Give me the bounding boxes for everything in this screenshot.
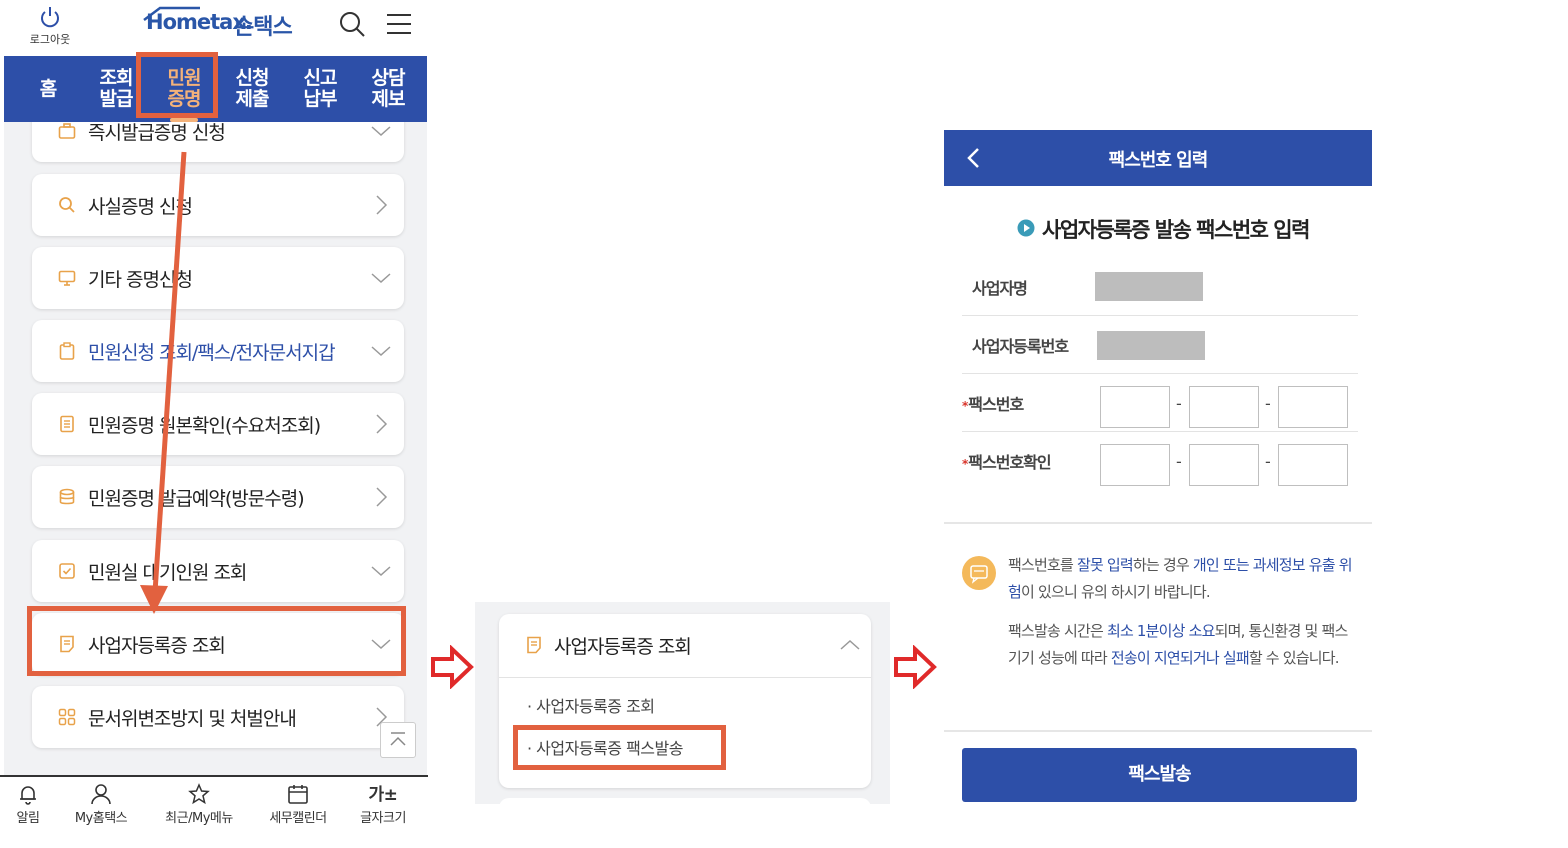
fax-number-label: *팩스번호 bbox=[962, 395, 1024, 414]
fax-dash: - bbox=[1176, 394, 1182, 413]
required-mark: * bbox=[962, 457, 968, 471]
fax-number-field-2[interactable] bbox=[1189, 386, 1259, 428]
sub-item-business-registration-inquiry[interactable]: · 사업자등록증 조회 bbox=[527, 693, 655, 717]
fax-dash: - bbox=[1176, 452, 1182, 471]
masked-business-name bbox=[1095, 272, 1203, 301]
highlight-box-fax-send bbox=[513, 725, 726, 770]
accordion-title: 사업자등록증 조회 bbox=[554, 636, 692, 658]
notice-text-2: 팩스발송 시간은 최소 1분이상 소요되며, 통신환경 및 팩스기기 성능에 따… bbox=[1008, 622, 1348, 667]
screen-title: 팩스번호 입력 bbox=[1108, 150, 1209, 171]
fax-number-field-1[interactable] bbox=[1100, 386, 1170, 428]
fax-number-field-3[interactable] bbox=[1278, 386, 1348, 428]
fax-dash: - bbox=[1265, 452, 1271, 471]
masked-business-number bbox=[1097, 331, 1205, 360]
flow-arrow-right bbox=[431, 645, 474, 689]
next-card-edge bbox=[499, 798, 871, 804]
row-business-name: 사업자명 bbox=[962, 258, 1358, 316]
row-business-number: 사업자등록번호 bbox=[962, 316, 1358, 374]
chevron-up-icon bbox=[840, 639, 860, 650]
business-number-label: 사업자등록번호 bbox=[972, 337, 1069, 356]
divider bbox=[944, 730, 1372, 732]
notice-icon bbox=[962, 556, 996, 590]
fax-send-button[interactable]: 팩스발송 bbox=[962, 748, 1357, 802]
document-icon bbox=[527, 636, 541, 654]
fax-dash: - bbox=[1265, 394, 1271, 413]
flow-arrow-down bbox=[140, 151, 187, 614]
chat-bubble-icon bbox=[970, 565, 988, 584]
notice-text-1: 팩스번호를 잘못 입력하는 경우 개인 또는 과세정보 유출 위험이 있으니 유… bbox=[1008, 556, 1353, 601]
fax-confirm-field-2[interactable] bbox=[1189, 444, 1259, 486]
screen-header: 팩스번호 입력 bbox=[944, 130, 1372, 186]
business-name-label: 사업자명 bbox=[972, 279, 1028, 298]
business-registration-expanded: 사업자등록증 조회 · 사업자등록증 조회 · 사업자등록증 팩스발송 bbox=[475, 602, 890, 804]
flow-arrow-right bbox=[894, 645, 937, 689]
required-mark: * bbox=[962, 399, 968, 413]
row-fax-number-confirm: *팩스번호확인 - - bbox=[962, 432, 1358, 490]
fax-confirm-label: *팩스번호확인 bbox=[962, 453, 1052, 472]
divider bbox=[944, 522, 1372, 524]
fax-confirm-field-3[interactable] bbox=[1278, 444, 1348, 486]
section-title: 사업자등록증 발송 팩스번호 입력 bbox=[1042, 218, 1310, 242]
accordion-header[interactable]: 사업자등록증 조회 bbox=[499, 614, 871, 678]
fax-confirm-field-1[interactable] bbox=[1100, 444, 1170, 486]
fax-number-input-screen: 팩스번호 입력 사업자등록증 발송 팩스번호 입력 사업자명 사업자등록번호 *… bbox=[944, 130, 1372, 820]
row-fax-number: *팩스번호 - - bbox=[962, 374, 1358, 432]
hometax-menu-panel: 로그아웃 Hometax. 손택스 홈 조회 발급 민원 증명 신청 제출 신고 납부 … bbox=[0, 0, 430, 848]
